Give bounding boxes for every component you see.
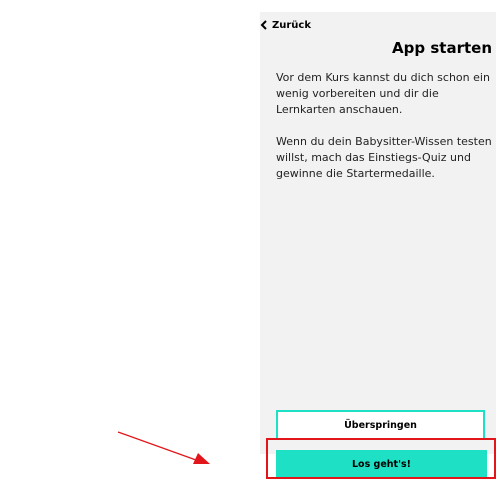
back-label: Zurück (272, 19, 311, 31)
page: Zurück App starten Vor dem Kurs kannst d… (0, 0, 496, 479)
page-title: App starten (392, 39, 492, 57)
start-button[interactable]: Los geht's! (276, 450, 487, 479)
back-button[interactable]: Zurück (260, 17, 311, 33)
skip-button[interactable]: Überspringen (276, 410, 485, 440)
intro-text: Vor dem Kurs kannst du dich schon ein we… (276, 70, 494, 198)
chevron-left-icon (260, 20, 268, 30)
intro-paragraph-1: Vor dem Kurs kannst du dich schon ein we… (276, 71, 490, 116)
intro-paragraph-2: Wenn du dein Babysitter-Wissen testen wi… (276, 135, 492, 180)
app-screen: Zurück App starten Vor dem Kurs kannst d… (260, 12, 496, 454)
